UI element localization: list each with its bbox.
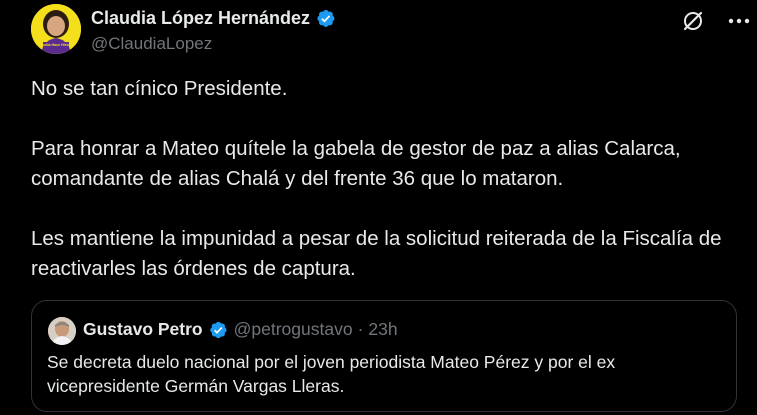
author-avatar[interactable]: Claudia Hace Historia [31, 4, 81, 54]
author-display-name[interactable]: Claudia López Hernández [91, 8, 310, 29]
separator-dot: · [357, 319, 364, 339]
grok-button[interactable] [680, 8, 706, 34]
author-handle[interactable]: @ClaudiaLopez [91, 34, 212, 54]
quoted-handle[interactable]: @petrogustavo [234, 319, 353, 340]
tweet: Claudia Hace Historia Claudia López Hern… [0, 0, 757, 415]
profile-photo-icon: Claudia Hace Historia [31, 4, 81, 54]
tweet-paragraph: Para honrar a Mateo quítele la gabela de… [31, 137, 681, 190]
tweet-paragraph: No se tan cínico Presidente. [31, 77, 288, 100]
verified-badge-icon [317, 10, 335, 27]
more-icon [728, 18, 750, 24]
profile-photo-icon [48, 317, 76, 345]
quoted-timestamp[interactable]: 23h [368, 319, 397, 340]
avatar-text-line-1: Claudia Hace Historia [38, 43, 76, 47]
quoted-tweet[interactable]: Gustavo Petro @petrogustavo · 23h Se dec… [31, 300, 737, 412]
quoted-display-name[interactable]: Gustavo Petro [83, 319, 203, 340]
more-options-button[interactable] [726, 8, 752, 34]
author-name-row: Claudia López Hernández [91, 8, 336, 29]
verified-badge-icon [209, 321, 227, 338]
grok-icon [683, 11, 703, 31]
quoted-text: Se decreta duelo nacional por el joven p… [47, 352, 616, 396]
quoted-header: Gustavo Petro @petrogustavo · 23h [83, 319, 398, 340]
tweet-body: No se tan cínico Presidente. Para honrar… [31, 74, 746, 314]
quoted-author-avatar[interactable] [48, 317, 76, 345]
tweet-paragraph: Les mantiene la impunidad a pesar de la … [31, 227, 722, 280]
